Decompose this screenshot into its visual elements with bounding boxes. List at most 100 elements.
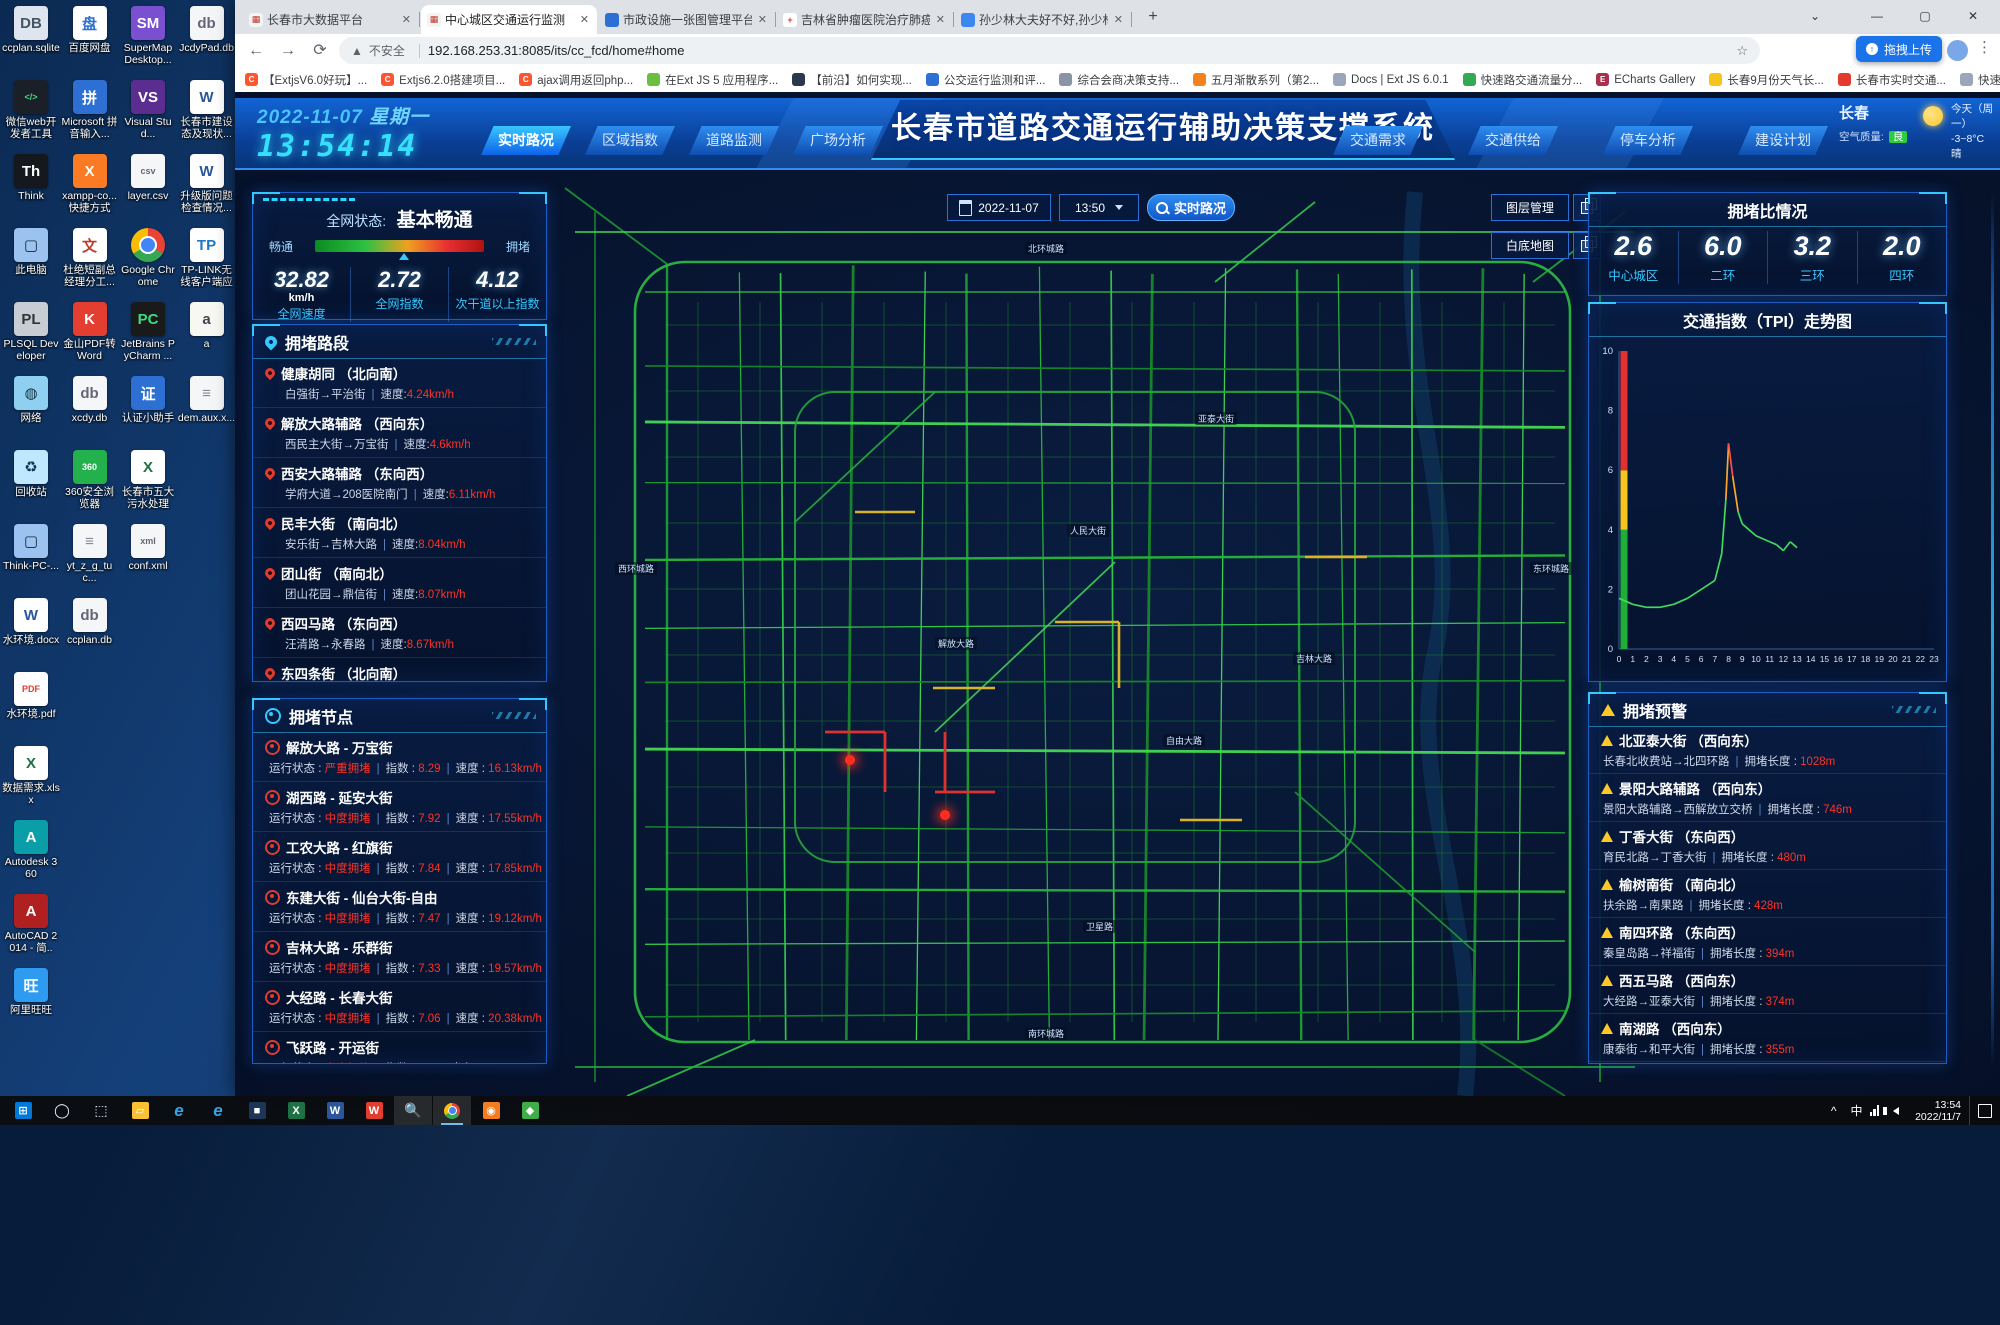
congested-road-item[interactable]: 西四马路 （东向西）汪清路→永春路|速度:8.67km/h: [253, 608, 546, 658]
desktop-icon-db[interactable]: dbJcdyPad.db: [178, 6, 236, 54]
congestion-warning-item[interactable]: 西五马路 （西向东）大经路→亚泰大街|拥堵长度 : 374m: [1589, 966, 1946, 1014]
desktop-icon-computer[interactable]: ▢Think-PC-...: [2, 524, 60, 572]
taskbar-app-dark[interactable]: ■: [238, 1096, 276, 1125]
taskbar-edge[interactable]: e: [160, 1096, 198, 1125]
congestion-warning-item[interactable]: 景阳大路辅路 （西向东）景阳大路辅路→西解放立交桥|拥堵长度 : 746m: [1589, 774, 1946, 822]
tab-close-icon[interactable]: ✕: [756, 13, 769, 26]
notification-center-icon[interactable]: [1969, 1096, 2000, 1125]
bookmark-item[interactable]: 综合会商决策支持...: [1059, 72, 1179, 88]
congested-road-item[interactable]: 民丰大街 （南向北）安乐街→吉林大路|速度:8.04km/h: [253, 508, 546, 558]
desktop-icon-cert[interactable]: 证认证小助手: [119, 376, 177, 424]
realtime-search-button[interactable]: 实时路况: [1147, 194, 1235, 221]
congested-node-item[interactable]: 湖西路 - 延安大街运行状态 : 中度拥堵|指数 : 7.92|速度 : 17.…: [253, 782, 546, 832]
bookmark-item[interactable]: 【前沿】如何实现...: [792, 72, 912, 88]
congestion-warning-item[interactable]: 修正路 （西向东）吉大前卫小区北一门→致远街|拥堵长度 : 349m: [1589, 1062, 1946, 1063]
tray-clock[interactable]: 13:542022/11/7: [1915, 1099, 1961, 1123]
nav-tab-3[interactable]: 道路监测: [689, 126, 779, 155]
nav-tab-right-4[interactable]: 建设计划: [1738, 126, 1828, 155]
desktop-icon-word[interactable]: W长春市建设态及现状...: [178, 80, 236, 140]
desktop-icon-word[interactable]: W升级版问题检查情况...: [178, 154, 236, 214]
desktop-icon-computer[interactable]: ▢此电脑: [2, 228, 60, 276]
basemap-button[interactable]: 白底地图: [1491, 232, 1569, 259]
taskbar-green-app[interactable]: ◆: [511, 1096, 549, 1125]
taskbar-cortana-search[interactable]: ◯: [43, 1096, 81, 1125]
bookmark-item[interactable]: 在Ext JS 5 应用程序...: [647, 72, 778, 88]
desktop-icon-xml[interactable]: xmlconf.xml: [119, 524, 177, 572]
congested-road-item[interactable]: 西安大路辅路 （东向西）学府大道→208医院南门|速度:6.11km/h: [253, 458, 546, 508]
desktop-icon-pycharm[interactable]: PCJetBrains PyCharm ...: [119, 302, 177, 362]
desktop-icon-db[interactable]: dbxcdy.db: [61, 376, 119, 424]
congested-node-item[interactable]: 东建大街 - 仙台大街-自由运行状态 : 中度拥堵|指数 : 7.47|速度 :…: [253, 882, 546, 932]
taskbar-firefox[interactable]: ◉: [472, 1096, 510, 1125]
taskbar-chrome[interactable]: [433, 1096, 471, 1125]
desktop-icon-word[interactable]: W水环境.docx: [2, 598, 60, 646]
nav-tab-1[interactable]: 实时路况: [481, 126, 571, 155]
bookmark-item[interactable]: 快速路交通流量分...: [1960, 72, 2000, 88]
tab-2[interactable]: ▦中心城区交通运行监测✕: [421, 5, 597, 34]
reload-icon[interactable]: ⟳: [307, 38, 333, 64]
desktop-icon-sqlite[interactable]: DBccplan.sqlite: [2, 6, 60, 54]
new-tab-button[interactable]: +: [1141, 8, 1165, 26]
bookmark-item[interactable]: Docs | Ext JS 6.0.1: [1333, 73, 1449, 86]
nav-tab-4[interactable]: 广场分析: [793, 126, 883, 155]
congested-road-item[interactable]: 团山街 （南向北）团山花园→鼎信街|速度:8.07km/h: [253, 558, 546, 608]
tab-1[interactable]: ▦长春市大数据平台✕: [243, 5, 419, 34]
desktop-icon-baidupan[interactable]: 盘百度网盘: [61, 6, 119, 54]
congestion-alert-dot[interactable]: [940, 810, 950, 820]
address-bar[interactable]: ▲ 不安全 192.168.253.31:8085/its/cc_fcd/hom…: [339, 37, 1760, 64]
bookmark-item[interactable]: 长春9月份天气长...: [1709, 72, 1823, 88]
bookmark-item[interactable]: 五月渐散系列（第2...: [1193, 72, 1319, 88]
desktop-icon-wangwang[interactable]: 旺阿里旺旺: [2, 968, 60, 1016]
tab-5[interactable]: 孙少林大夫好不好,孙少林大夫怎...✕: [955, 5, 1131, 34]
desktop-icon-chrome[interactable]: Google Chrome: [119, 228, 177, 288]
back-icon[interactable]: ←: [243, 38, 269, 64]
taskbar-file-explorer[interactable]: ▱: [121, 1096, 159, 1125]
congested-road-item[interactable]: 东四条街 （北向南）长白路→黑水路|速度:8.68km/h: [253, 658, 546, 681]
desktop-icon-docseal[interactable]: 文杜绝短副总经理分工...: [61, 228, 119, 288]
desktop-icon-autocad[interactable]: AAutoCAD 2014 - 简..: [2, 894, 60, 954]
forward-icon[interactable]: →: [275, 38, 301, 64]
map-time-picker[interactable]: 13:50: [1059, 194, 1139, 221]
bookmark-item[interactable]: Cajax调用返回php...: [519, 72, 633, 88]
upload-extension-popup[interactable]: ↑ 拖拽上传: [1856, 36, 1942, 62]
layer-manager-button[interactable]: 图层管理: [1491, 194, 1569, 221]
congestion-warning-item[interactable]: 丁香大街 （东向西）育民北路→丁香大街|拥堵长度 : 480m: [1589, 822, 1946, 870]
bookmark-item[interactable]: CExtjs6.2.0搭建项目...: [381, 72, 505, 88]
nav-tab-right-1[interactable]: 交通需求: [1333, 126, 1423, 155]
desktop-icon-file[interactable]: ≡yt_z_g_tuc...: [61, 524, 119, 584]
map-date-picker[interactable]: 2022-11-07: [947, 194, 1051, 221]
congested-node-item[interactable]: 飞跃路 - 开运街运行状态 : 中度拥堵|指数 : 6.8|速度 : 21.17…: [253, 1032, 546, 1063]
desktop-icon-excel[interactable]: X数据需求.xlsx: [2, 746, 60, 806]
congestion-warning-item[interactable]: 北亚泰大街 （西向东）长春北收费站→北四环路|拥堵长度 : 1028m: [1589, 726, 1946, 774]
taskbar-excel[interactable]: X: [277, 1096, 315, 1125]
congested-road-item[interactable]: 解放大路辅路 （西向东）西民主大街→万宝街|速度:4.6km/h: [253, 408, 546, 458]
congested-node-item[interactable]: 解放大路 - 万宝街运行状态 : 严重拥堵|指数 : 8.29|速度 : 16.…: [253, 732, 546, 782]
minimize-button[interactable]: —: [1854, 0, 1900, 34]
desktop-icon-supermap[interactable]: SMSuperMap Desktop...: [119, 6, 177, 66]
taskbar-search-app[interactable]: 🔍: [394, 1096, 432, 1125]
ime-indicator[interactable]: 中: [1851, 1102, 1863, 1119]
desktop-icon-ime[interactable]: 拼Microsoft 拼音输入...: [61, 80, 119, 140]
taskbar-ie[interactable]: e: [199, 1096, 237, 1125]
profile-avatar[interactable]: [1947, 40, 1968, 61]
browser-menu-icon[interactable]: ⋮: [1977, 38, 1992, 56]
tab-close-icon[interactable]: ✕: [1112, 13, 1125, 26]
congestion-warning-item[interactable]: 南湖路 （西向东）康泰街→和平大街|拥堵长度 : 355m: [1589, 1014, 1946, 1062]
tab-3[interactable]: 市政设施一张图管理平台✕: [599, 5, 775, 34]
desktop-icon-kingsoft[interactable]: K金山PDF转Word: [61, 302, 119, 362]
desktop-icon-wechat-dev[interactable]: </>微信web开发者工具: [2, 80, 60, 140]
tray-chevron-icon[interactable]: ^: [1831, 1104, 1837, 1118]
nav-tab-right-2[interactable]: 交通供给: [1468, 126, 1558, 155]
bookmark-item[interactable]: EECharts Gallery: [1596, 73, 1695, 86]
bookmark-item[interactable]: 长春市实时交通...: [1838, 72, 1946, 88]
bookmark-item[interactable]: 快速路交通流量分...: [1463, 72, 1583, 88]
maximize-button[interactable]: ▢: [1902, 0, 1948, 34]
desktop-icon-network[interactable]: ◍网络: [2, 376, 60, 424]
network-icon[interactable]: [1870, 1105, 1880, 1116]
nav-tab-right-3[interactable]: 停车分析: [1603, 126, 1693, 155]
tab-search-chevron-icon[interactable]: ⌄: [1800, 0, 1830, 34]
close-button[interactable]: ✕: [1950, 0, 1996, 34]
desktop-icon-xampp[interactable]: Xxampp-co...快捷方式: [61, 154, 119, 214]
desktop-icon-notepad[interactable]: aa: [178, 302, 236, 350]
congested-node-item[interactable]: 吉林大路 - 乐群街运行状态 : 中度拥堵|指数 : 7.33|速度 : 19.…: [253, 932, 546, 982]
